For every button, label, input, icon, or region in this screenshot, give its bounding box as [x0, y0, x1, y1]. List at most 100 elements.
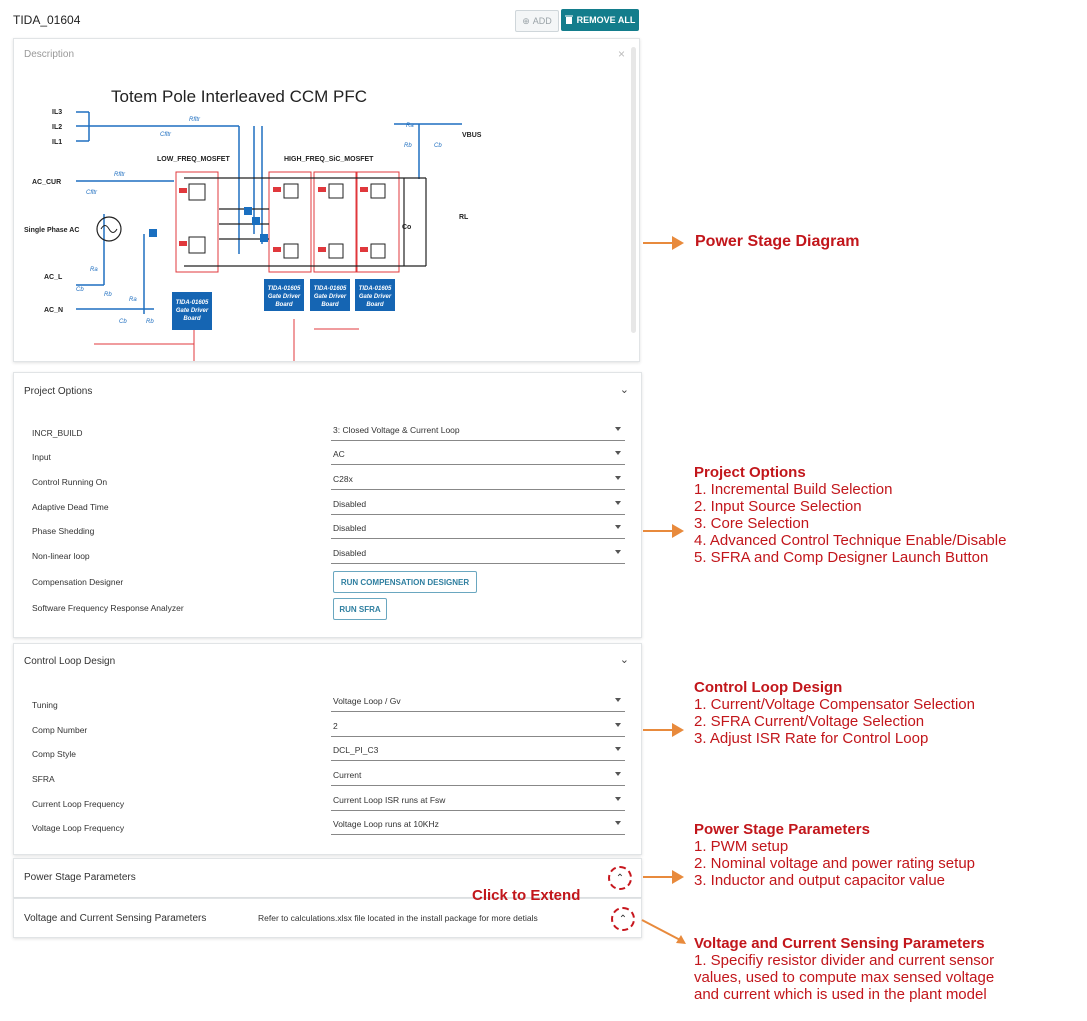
svg-text:Board: Board [321, 302, 339, 308]
sensing-note: Refer to calculations.xlsx file located … [258, 913, 538, 923]
dropdown-arrow-icon [615, 525, 621, 529]
input-label: Input [32, 452, 51, 462]
annotation-project-options: Project Options 1. Incremental Build Sel… [694, 464, 1007, 566]
sensing-panel[interactable]: Voltage and Current Sensing Parameters R… [13, 898, 642, 938]
svg-text:Rb: Rb [404, 143, 412, 149]
svg-text:VBUS: VBUS [462, 132, 482, 139]
plus-circle-icon: ⊕ [522, 15, 530, 26]
dropdown-arrow-icon [615, 476, 621, 480]
svg-text:Single Phase AC: Single Phase AC [24, 227, 79, 234]
svg-text:Cb: Cb [76, 287, 84, 293]
sensing-title: Voltage and Current Sensing Parameters [24, 913, 207, 924]
non-linear-loop-label: Non-linear loop [32, 551, 90, 561]
compensation-designer-label: Compensation Designer [32, 577, 124, 587]
dropdown-arrow-icon [615, 698, 621, 702]
chevron-down-icon[interactable]: ⌄ [620, 383, 629, 396]
control-running-on-select[interactable]: C28x [331, 473, 625, 490]
sfra-select[interactable]: Current [331, 769, 625, 786]
dropdown-arrow-icon [615, 723, 621, 727]
control-loop-title: Control Loop Design [24, 656, 116, 667]
phase-shedding-label: Phase Shedding [32, 526, 95, 536]
svg-text:Cfltr: Cfltr [86, 190, 98, 196]
dropdown-arrow-icon [615, 451, 621, 455]
comp-style-select[interactable]: DCL_PI_C3 [331, 744, 625, 761]
toolbar: TIDA_01604 ⊕ ADD REMOVE ALL [0, 0, 642, 36]
adaptive-dead-time-select[interactable]: Disabled [331, 498, 625, 515]
control-loop-panel: Control Loop Design ⌄ Tuning Voltage Loo… [13, 643, 642, 855]
annotation-click-to-extend: Click to Extend [472, 887, 581, 904]
description-title: Description [24, 49, 75, 60]
chevron-down-icon[interactable]: ⌄ [620, 653, 629, 666]
phase-shedding-select[interactable]: Disabled [331, 522, 625, 539]
svg-text:Cb: Cb [434, 143, 442, 149]
run-compensation-designer-button[interactable]: RUN COMPENSATION DESIGNER [333, 571, 477, 593]
svg-text:AC_CUR: AC_CUR [32, 179, 61, 186]
annotation-power-stage-diagram: Power Stage Diagram [695, 233, 860, 250]
dropdown-arrow-icon [615, 550, 621, 554]
svg-text:Board: Board [183, 316, 201, 322]
svg-text:Rfltr: Rfltr [114, 172, 126, 178]
add-button-label: ADD [532, 16, 552, 26]
comp-style-label: Comp Style [32, 749, 76, 759]
power-stage-title: Power Stage Parameters [24, 872, 136, 883]
remove-all-label: REMOVE ALL [576, 15, 636, 25]
annotation-control-loop: Control Loop Design 1. Current/Voltage C… [694, 679, 975, 747]
svg-text:Gate Driver: Gate Driver [268, 294, 301, 300]
run-sfra-button[interactable]: RUN SFRA [333, 598, 387, 620]
svg-text:RL: RL [459, 214, 469, 221]
control-running-on-label: Control Running On [32, 477, 108, 487]
svg-text:IL2: IL2 [52, 124, 62, 131]
chevron-up-icon[interactable]: ⌃ [608, 866, 632, 890]
svg-text:Board: Board [275, 302, 293, 308]
svg-text:TIDA-01605: TIDA-01605 [359, 286, 392, 292]
arrow-sensing [641, 919, 686, 944]
svg-text:HIGH_FREQ_SiC_MOSFET: HIGH_FREQ_SiC_MOSFET [284, 156, 374, 163]
sfra-select-label: SFRA [32, 774, 55, 784]
svg-text:Ra: Ra [90, 267, 98, 273]
dropdown-arrow-icon [615, 427, 621, 431]
dropdown-arrow-icon [615, 772, 621, 776]
chevron-up-icon[interactable]: ⌃ [611, 907, 635, 931]
tuning-select[interactable]: Voltage Loop / Gv [331, 695, 625, 712]
svg-text:TIDA-01605: TIDA-01605 [268, 286, 301, 292]
svg-text:Co: Co [402, 224, 411, 231]
annotation-power-stage: Power Stage Parameters 1. PWM setup 2. N… [694, 821, 976, 889]
svg-text:Rb: Rb [104, 292, 112, 298]
sfra-label: Software Frequency Response Analyzer [32, 603, 184, 613]
close-icon[interactable]: × [618, 47, 625, 61]
input-select[interactable]: AC [331, 448, 625, 465]
svg-text:Ra: Ra [129, 297, 137, 303]
incr-build-select[interactable]: 3: Closed Voltage & Current Loop [331, 424, 625, 441]
tuning-label: Tuning [32, 700, 58, 710]
svg-text:AC_N: AC_N [44, 307, 63, 314]
svg-text:Gate Driver: Gate Driver [176, 308, 209, 314]
diagram-title: Totem Pole Interleaved CCM PFC [111, 87, 367, 106]
voltage-loop-frequency-select[interactable]: Voltage Loop runs at 10KHz [331, 818, 625, 835]
svg-text:AC_L: AC_L [44, 274, 63, 281]
svg-text:Board: Board [366, 302, 384, 308]
svg-text:IL3: IL3 [52, 109, 62, 116]
description-scrollbar[interactable] [631, 47, 636, 333]
svg-text:TIDA-01605: TIDA-01605 [176, 300, 209, 306]
svg-text:IL1: IL1 [52, 139, 62, 146]
dropdown-arrow-icon [615, 501, 621, 505]
description-panel: Totem Pole Interleaved CCM PFC TIDA-0160… [13, 38, 640, 362]
svg-text:TIDA-01605: TIDA-01605 [314, 286, 347, 292]
non-linear-loop-select[interactable]: Disabled [331, 547, 625, 564]
voltage-loop-frequency-label: Voltage Loop Frequency [32, 823, 125, 833]
add-button[interactable]: ⊕ ADD [515, 10, 559, 32]
arrowhead-icon [672, 723, 684, 737]
svg-text:Gate Driver: Gate Driver [314, 294, 347, 300]
arrowhead-icon [672, 524, 684, 538]
dropdown-arrow-icon [615, 797, 621, 801]
arrowhead-icon [672, 236, 684, 250]
comp-number-select[interactable]: 2 [331, 720, 625, 737]
current-loop-frequency-select[interactable]: Current Loop ISR runs at Fsw [331, 794, 625, 811]
project-options-panel: Project Options ⌄ INCR_BUILD 3: Closed V… [13, 372, 642, 638]
dropdown-arrow-icon [615, 747, 621, 751]
dropdown-arrow-icon [615, 821, 621, 825]
svg-text:Cb: Cb [119, 319, 127, 325]
remove-all-button[interactable]: REMOVE ALL [561, 9, 639, 31]
project-options-title: Project Options [24, 386, 93, 397]
svg-text:Ra: Ra [406, 123, 414, 129]
